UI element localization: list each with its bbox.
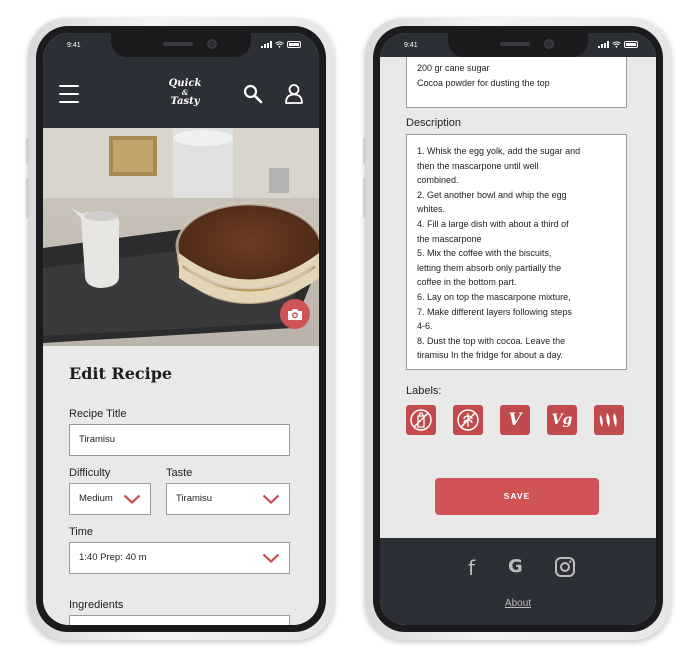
description-line: whites. [417,204,446,215]
save-button[interactable]: SAVE [435,478,599,515]
wifi-icon [275,41,284,48]
time-select[interactable]: 1:40 Prep: 40 m [69,542,290,574]
labels-label: Labels: [406,385,442,397]
phone-edit-recipe-scrolled: 9:41 200 gr cane sugar Cocoa powder for … [363,18,671,640]
label-toggles: V Vg [406,405,624,435]
description-line: 2. Get another bowl and whip the egg [417,189,567,200]
ingredients-textarea[interactable]: 6 eggs [69,615,290,625]
description-line: 7. Make different layers following steps [417,306,572,317]
vegetarian-icon[interactable]: V [500,405,530,435]
no-dairy-icon[interactable] [406,405,436,435]
signal-icon [598,41,609,48]
page-title: Edit Recipe [69,364,173,383]
recipe-photo [43,128,319,346]
status-time: 9:41 [404,42,418,49]
ingredient-line: Cocoa powder for dusting the top [417,77,550,88]
edit-form: Edit Recipe Recipe Title Tiramisu Diffic… [43,346,319,625]
taste-select[interactable]: Tiramisu [166,483,290,515]
chevron-down-icon [262,494,280,504]
tiramisu-photo [43,128,319,346]
chevron-down-icon [262,553,280,563]
difficulty-label: Difficulty [69,467,111,479]
wifi-icon [612,41,621,48]
side-button [363,138,366,164]
spicy-icon[interactable] [594,405,624,435]
change-photo-button[interactable] [280,299,310,329]
instagram-icon[interactable] [554,556,576,578]
logo-line-2: Tasty [170,96,200,107]
difficulty-select[interactable]: Medium [69,483,151,515]
description-line: 1. Whisk the egg yolk, add the sugar and [417,146,581,156]
chevron-down-icon [123,494,141,504]
camera-icon [288,308,302,320]
description-line: coffee in the bottom part. [417,277,517,288]
ingredients-label: Ingredients [69,599,124,611]
phone-bezel: 9:41 200 gr cane sugar Cocoa powder for … [373,26,663,632]
recipe-title-input[interactable]: Tiramisu [69,424,290,456]
time-label: Time [69,526,94,538]
logo-line-1: Quick [168,78,202,89]
status-bar: 9:41 [380,33,656,57]
status-bar: 9:41 [43,33,319,57]
signal-icon [261,41,272,48]
status-icons [598,41,638,48]
ingredient-line: 200 gr cane sugar [417,63,490,73]
description-textarea[interactable]: 1. Whisk the egg yolk, add the sugar and… [406,134,627,370]
description-line: 6. Lay on top the mascarpone mixture, [417,291,571,302]
footer: f G About [380,538,656,625]
description-line: tiramisu In the fridge for about a day. [417,350,563,361]
screen: 9:41 Quick & Tasty Edit Recipe Recipe Ti… [43,33,319,625]
side-button [26,178,29,218]
description-label: Description [406,117,462,129]
taste-value: Tiramisu [176,493,213,504]
status-icons [261,41,301,48]
menu-icon[interactable] [59,85,79,109]
ingredients-textarea[interactable]: 200 gr cane sugar Cocoa powder for dusti… [406,57,627,108]
description-line: then the mascarpone until well [417,160,539,171]
difficulty-value: Medium [79,493,113,504]
facebook-icon[interactable]: f [468,556,490,580]
description-line: the mascarpone [417,233,482,244]
side-button [363,178,366,218]
description-line: combined. [417,175,459,186]
search-icon[interactable] [242,83,264,105]
time-value: 1:40 Prep: 40 m [79,552,147,563]
status-time: 9:41 [67,42,81,49]
description-line: letting them absorb only partially the [417,262,562,273]
description-line: 8. Dust the top with cocoa. Leave the [417,335,566,346]
screen: 9:41 200 gr cane sugar Cocoa powder for … [380,33,656,625]
battery-icon [287,41,301,48]
recipe-title-label: Recipe Title [69,408,127,420]
phone-edit-recipe: 9:41 Quick & Tasty Edit Recipe Recipe Ti… [26,18,334,640]
google-icon[interactable]: G [508,556,530,578]
phone-bezel: 9:41 Quick & Tasty Edit Recipe Recipe Ti… [36,26,326,632]
description-line: 5. Mix the coffee with the biscuits, [417,248,552,259]
about-link[interactable]: About [380,598,656,609]
vegan-icon[interactable]: Vg [547,405,577,435]
taste-label: Taste [166,467,193,479]
app-logo[interactable]: Quick & Tasty [165,78,205,107]
description-line: 4-6. [417,321,433,332]
side-button [26,138,29,164]
no-gluten-icon[interactable] [453,405,483,435]
description-line: 4. Fill a large dish with about a third … [417,218,569,229]
battery-icon [624,41,638,48]
user-icon[interactable] [283,83,305,105]
